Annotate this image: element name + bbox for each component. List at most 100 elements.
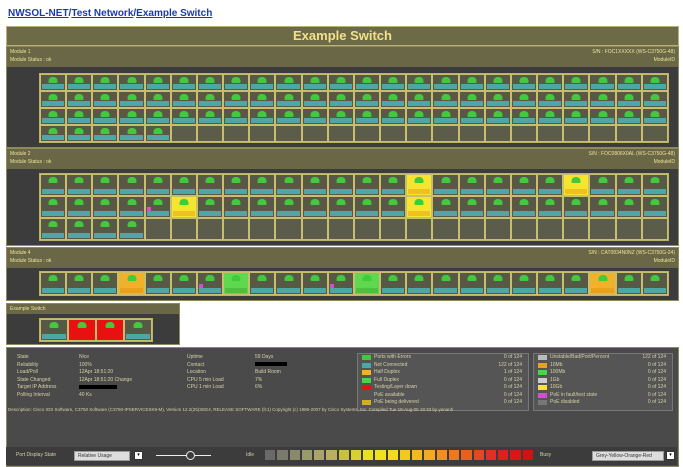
switch-port[interactable] (66, 108, 93, 125)
switch-port[interactable] (301, 196, 328, 218)
switch-port[interactable] (196, 74, 224, 91)
display-state-select[interactable]: Relative Usage (74, 451, 130, 461)
switch-port[interactable] (510, 108, 538, 125)
slider-track[interactable] (156, 455, 211, 456)
switch-port[interactable] (380, 218, 407, 240)
switch-port[interactable] (353, 91, 381, 108)
switch-port[interactable] (223, 272, 250, 295)
switch-port[interactable] (196, 218, 224, 240)
switch-port[interactable] (589, 74, 616, 91)
switch-port[interactable] (144, 174, 171, 196)
switch-port[interactable] (432, 125, 459, 142)
switch-port[interactable] (641, 174, 668, 196)
switch-port[interactable] (510, 218, 538, 240)
switch-port[interactable] (170, 74, 197, 91)
switch-port[interactable] (589, 218, 616, 240)
color-mode-select[interactable]: Grey-Yellow-Orange-Red (592, 451, 664, 461)
switch-port[interactable] (563, 196, 590, 218)
switch-port[interactable] (510, 272, 538, 295)
switch-port[interactable] (223, 174, 250, 196)
switch-port[interactable] (249, 91, 276, 108)
switch-port[interactable] (223, 125, 250, 142)
switch-port[interactable] (170, 196, 197, 218)
switch-port[interactable] (510, 125, 538, 142)
switch-port[interactable] (458, 74, 485, 91)
switch-port[interactable] (40, 74, 67, 91)
switch-port[interactable] (301, 272, 328, 295)
switch-port[interactable] (432, 196, 459, 218)
switch-port[interactable] (432, 218, 459, 240)
breadcrumb-link-switch[interactable]: Example Switch (136, 8, 212, 19)
switch-port[interactable] (458, 196, 485, 218)
switch-port[interactable] (432, 108, 459, 125)
switch-port[interactable] (406, 91, 433, 108)
switch-port[interactable] (563, 91, 590, 108)
switch-port[interactable] (641, 108, 668, 125)
switch-port[interactable] (40, 272, 67, 295)
switch-port[interactable] (275, 74, 302, 91)
switch-port[interactable] (92, 196, 119, 218)
switch-port[interactable] (196, 272, 224, 295)
switch-port[interactable] (275, 272, 302, 295)
switch-port[interactable] (589, 108, 616, 125)
breadcrumb-link-network[interactable]: NWSOL-NET (8, 8, 69, 19)
switch-port[interactable] (170, 272, 197, 295)
switch-port[interactable] (458, 272, 485, 295)
switch-port[interactable] (40, 218, 67, 240)
switch-port[interactable] (641, 74, 668, 91)
switch-port[interactable] (118, 108, 145, 125)
switch-port[interactable] (40, 174, 67, 196)
switch-port[interactable] (327, 174, 354, 196)
switch-port[interactable] (327, 91, 354, 108)
switch-port[interactable] (223, 218, 250, 240)
switch-port[interactable] (327, 272, 354, 295)
switch-port[interactable] (406, 218, 433, 240)
switch-port[interactable] (380, 125, 407, 142)
switch-port[interactable] (170, 91, 197, 108)
switch-port[interactable] (615, 272, 642, 295)
switch-port[interactable] (249, 74, 276, 91)
switch-port[interactable] (66, 218, 93, 240)
switch-port[interactable] (353, 125, 381, 142)
switch-port[interactable] (66, 91, 93, 108)
switch-port[interactable] (563, 218, 590, 240)
switch-port[interactable] (92, 174, 119, 196)
switch-port[interactable] (458, 174, 485, 196)
switch-port[interactable] (406, 196, 433, 218)
switch-port[interactable] (118, 91, 145, 108)
switch-port[interactable] (406, 125, 433, 142)
switch-port[interactable] (327, 196, 354, 218)
switch-port[interactable] (484, 196, 511, 218)
switch-port[interactable] (406, 74, 433, 91)
switch-port[interactable] (537, 218, 564, 240)
switch-port[interactable] (327, 74, 354, 91)
switch-port[interactable] (68, 319, 96, 341)
breadcrumb-link-test-network[interactable]: Test Network (71, 8, 133, 19)
switch-port[interactable] (537, 125, 564, 142)
switch-port[interactable] (432, 272, 459, 295)
switch-port[interactable] (275, 108, 302, 125)
switch-port[interactable] (66, 196, 93, 218)
switch-port[interactable] (615, 196, 642, 218)
switch-port[interactable] (641, 272, 668, 295)
switch-port[interactable] (380, 74, 407, 91)
switch-port[interactable] (484, 108, 511, 125)
switch-port[interactable] (563, 74, 590, 91)
switch-port[interactable] (92, 108, 119, 125)
switch-port[interactable] (118, 218, 145, 240)
switch-port[interactable] (458, 108, 485, 125)
switch-port[interactable] (223, 108, 250, 125)
switch-port[interactable] (432, 74, 459, 91)
switch-port[interactable] (144, 74, 171, 91)
switch-port[interactable] (96, 319, 124, 341)
switch-port[interactable] (249, 108, 276, 125)
switch-port[interactable] (589, 125, 616, 142)
switch-port[interactable] (118, 125, 145, 142)
switch-port[interactable] (537, 74, 564, 91)
switch-port[interactable] (144, 125, 171, 142)
switch-port[interactable] (301, 125, 328, 142)
switch-port[interactable] (144, 272, 171, 295)
switch-port[interactable] (510, 196, 538, 218)
switch-port[interactable] (537, 196, 564, 218)
switch-port[interactable] (380, 174, 407, 196)
